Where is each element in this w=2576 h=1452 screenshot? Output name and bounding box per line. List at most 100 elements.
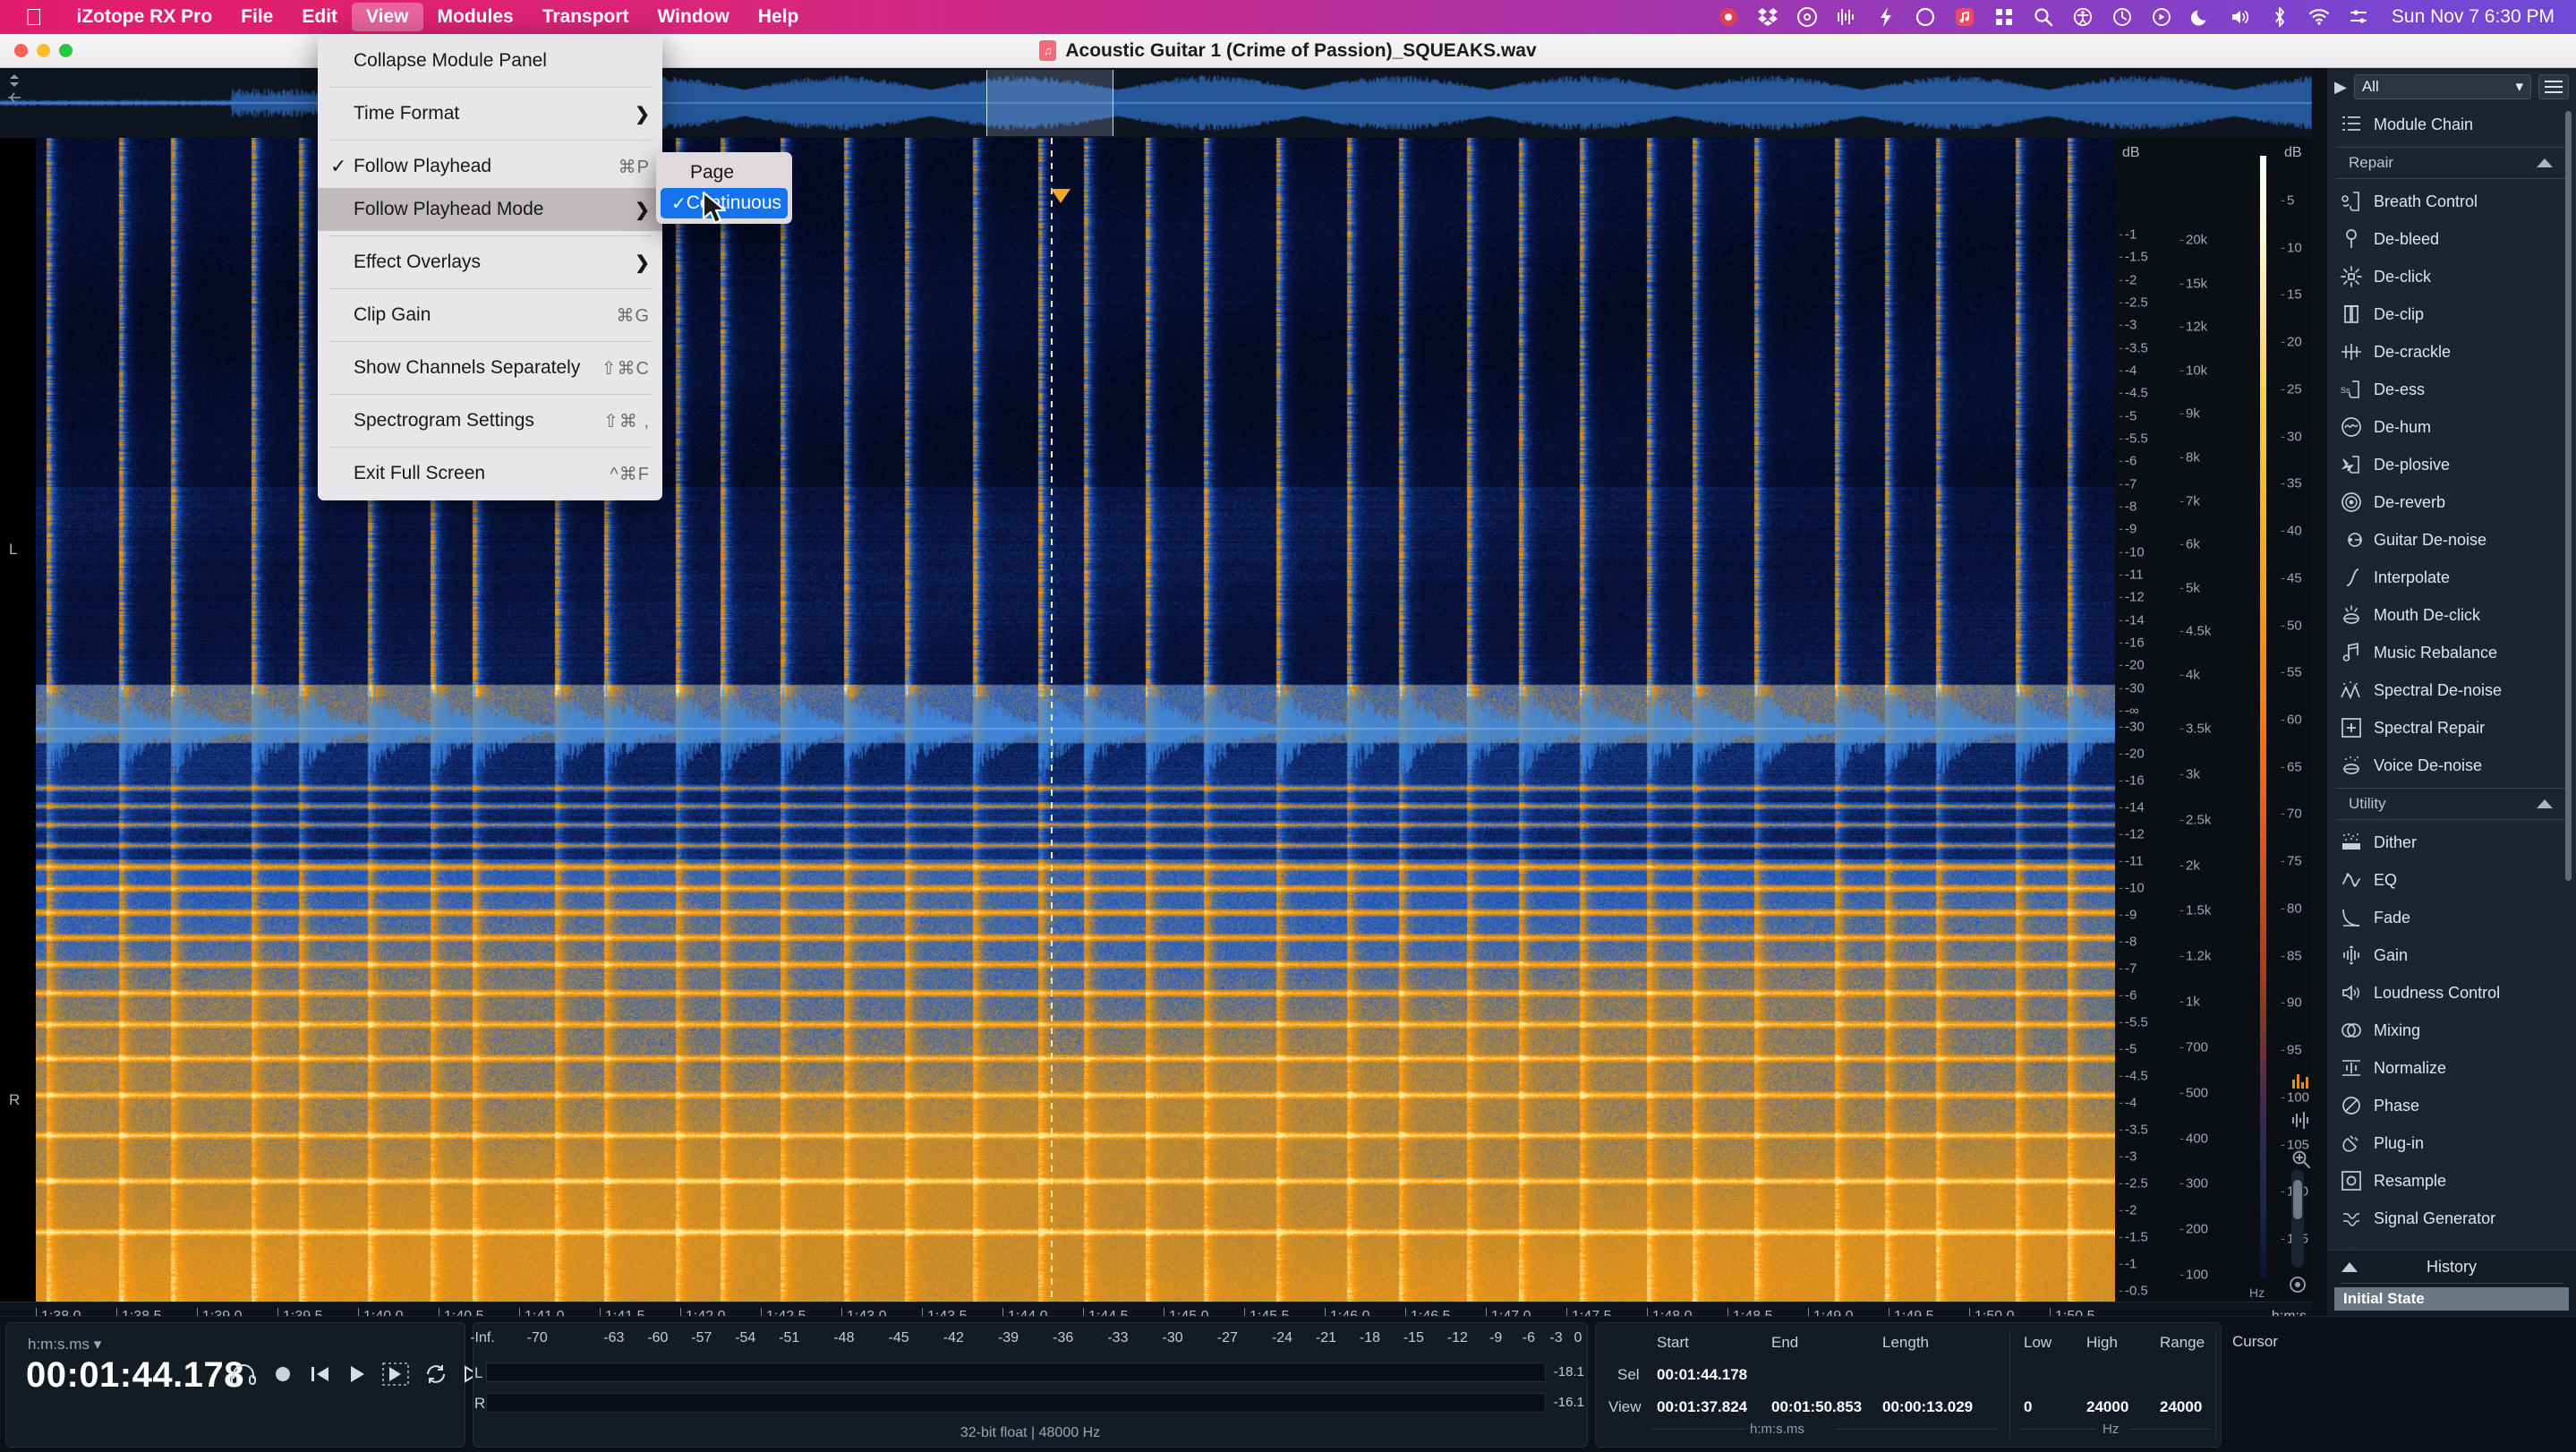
module-item-plug-in[interactable]: Plug-in: [2327, 1124, 2576, 1162]
music-app-icon[interactable]: [1953, 5, 1976, 29]
accessibility-icon[interactable]: [2071, 5, 2094, 29]
view-menu-item-label: Collapse Module Panel: [354, 50, 547, 71]
module-item-de-bleed[interactable]: De-bleed: [2327, 220, 2576, 258]
module-item-de-click[interactable]: De-click: [2327, 258, 2576, 295]
module-item-music-rebalance[interactable]: Music Rebalance: [2327, 634, 2576, 671]
view-menu-item-follow-playhead-mode[interactable]: Follow Playhead Mode ❯: [318, 188, 662, 231]
vertical-zoom-thumb[interactable]: [2293, 1180, 2302, 1219]
view-menu-item-follow-playhead[interactable]: ✓ Follow Playhead ⌘P: [318, 145, 662, 188]
collapse-caret-icon[interactable]: [2537, 158, 2553, 167]
module-item-de-crackle[interactable]: De-crackle: [2327, 333, 2576, 371]
bluetooth-icon[interactable]: [2268, 5, 2291, 29]
transport-panel[interactable]: h:m:s.ms ▾ 00:01:44.178: [5, 1322, 482, 1448]
amplitude-tick: 35: [2281, 476, 2302, 491]
module-item-guitar-de-noise[interactable]: Guitar De-noise: [2327, 521, 2576, 559]
zoom-reset-button[interactable]: [2288, 1275, 2309, 1299]
module-item-fade[interactable]: Fade: [2327, 899, 2576, 936]
view-menu-item-collapse-module-panel[interactable]: Collapse Module Panel: [318, 39, 662, 82]
volume-icon[interactable]: [2229, 5, 2252, 29]
view-menu-item-clip-gain[interactable]: Clip Gain ⌘G: [318, 294, 662, 337]
module-item-voice-de-noise[interactable]: Voice De-noise: [2327, 747, 2576, 784]
view-menu-item-spectrogram-settings[interactable]: Spectrogram Settings ⇧⌘ ,: [318, 399, 662, 442]
close-button[interactable]: [14, 44, 28, 57]
module-item-mouth-de-click[interactable]: Mouth De-click: [2327, 596, 2576, 634]
wifi-icon[interactable]: [2307, 5, 2331, 29]
module-item-de-plosive[interactable]: De-plosive: [2327, 446, 2576, 483]
module-item-resample[interactable]: Resample: [2327, 1162, 2576, 1200]
view-menu-dropdown[interactable]: Collapse Module Panel Time Format ❯ ✓ Follow…: [318, 34, 662, 500]
module-filter-select[interactable]: All ▾: [2353, 74, 2531, 99]
module-item-interpolate[interactable]: Interpolate: [2327, 559, 2576, 596]
collapse-caret-icon[interactable]: [2537, 799, 2553, 808]
module-list-scrollbar[interactable]: [2565, 111, 2572, 881]
menubar-item-transport[interactable]: Transport: [528, 3, 644, 31]
overview-zoom-controls[interactable]: [5, 73, 23, 104]
apple-logo-icon[interactable]: : [0, 5, 63, 29]
playhead-marker[interactable]: [1051, 189, 1070, 203]
screen-record-icon[interactable]: [2150, 5, 2173, 29]
module-item-spectral-repair[interactable]: Spectral Repair: [2327, 709, 2576, 747]
menubar-clock[interactable]: Sun Nov 7 6:30 PM: [2386, 6, 2555, 28]
grid-icon[interactable]: [1992, 5, 2016, 29]
menubar-item-view[interactable]: View: [352, 3, 423, 31]
vertical-zoom-slider[interactable]: [2291, 1169, 2304, 1268]
module-panel[interactable]: ▶ All ▾ Module Chain Repair Breath Control…: [2327, 68, 2576, 1303]
module-group-utility[interactable]: Utility: [2336, 788, 2567, 820]
module-group-repair[interactable]: Repair: [2336, 147, 2567, 179]
module-item-dither[interactable]: Dither: [2327, 824, 2576, 861]
chevron-down-icon: ▾: [93, 1336, 102, 1353]
search-icon[interactable]: [2032, 5, 2055, 29]
collapse-caret-icon[interactable]: [2341, 1261, 2358, 1272]
dropbox-icon[interactable]: [1756, 5, 1779, 29]
module-item-breath-control[interactable]: Breath Control: [2327, 183, 2576, 220]
play-icon[interactable]: ▶: [2334, 78, 2347, 97]
clock-icon[interactable]: [2111, 5, 2134, 29]
hamburger-icon[interactable]: [2538, 74, 2569, 99]
module-panel-header[interactable]: ▶ All ▾: [2327, 68, 2576, 106]
audio-meter-icon[interactable]: [1835, 5, 1858, 29]
circle-icon[interactable]: [1914, 5, 1937, 29]
module-item-eq[interactable]: EQ: [2327, 861, 2576, 899]
vertical-zoom-tools[interactable]: [2288, 1071, 2315, 1169]
module-item-phase[interactable]: Phase: [2327, 1087, 2576, 1124]
maximize-button[interactable]: [59, 44, 73, 57]
menubar-item-edit[interactable]: Edit: [287, 3, 352, 31]
module-item-label: Breath Control: [2374, 192, 2478, 210]
menubar-item-help[interactable]: Help: [744, 3, 814, 31]
view-menu-item-effect-overlays[interactable]: Effect Overlays ❯: [318, 241, 662, 284]
time-format-selector[interactable]: h:m:s.ms ▾: [28, 1336, 101, 1354]
playhead-line[interactable]: [1051, 138, 1053, 1302]
spectrum-toggle-icon: [2292, 1074, 2308, 1089]
record-indicator-icon[interactable]: [1717, 5, 1740, 29]
overview-selection-region[interactable]: [986, 70, 1113, 136]
module-item-loudness-control[interactable]: Loudness Control: [2327, 974, 2576, 1012]
menubar-app-name[interactable]: iZotope RX Pro: [63, 3, 227, 31]
minimize-button[interactable]: [37, 44, 50, 57]
menubar-item-window[interactable]: Window: [644, 3, 744, 31]
submenu-item-page[interactable]: Page: [656, 158, 792, 188]
control-center-icon[interactable]: [2347, 5, 2370, 29]
cd-icon[interactable]: [1796, 5, 1819, 29]
view-menu-item-show-channels-separately[interactable]: Show Channels Separately ⇧⌘C: [318, 346, 662, 389]
bolt-icon[interactable]: [1874, 5, 1898, 29]
menubar-item-modules[interactable]: Modules: [423, 3, 528, 31]
playhead-time-display[interactable]: 00:01:44.178: [26, 1355, 244, 1396]
module-item-spectral-de-noise[interactable]: Spectral De-noise: [2327, 671, 2576, 709]
module-list[interactable]: Module Chain Repair Breath Control De-bleed…: [2327, 106, 2576, 1312]
module-item-de-clip[interactable]: De-clip: [2327, 295, 2576, 333]
view-menu-item-exit-full-screen[interactable]: Exit Full Screen ^⌘F: [318, 452, 662, 495]
module-item-normalize[interactable]: Normalize: [2327, 1049, 2576, 1087]
module-item-gain[interactable]: Gain: [2327, 936, 2576, 974]
module-item-mixing[interactable]: Mixing: [2327, 1012, 2576, 1049]
module-item-module-chain[interactable]: Module Chain: [2327, 106, 2576, 143]
view-menu-item-time-format[interactable]: Time Format ❯: [318, 92, 662, 135]
transport-controls[interactable]: [230, 1362, 486, 1386]
menubar-item-file[interactable]: File: [226, 3, 287, 31]
module-item-de-hum[interactable]: De-hum: [2327, 408, 2576, 446]
moon-icon[interactable]: [2189, 5, 2213, 29]
history-header[interactable]: History: [2327, 1251, 2576, 1283]
module-item-de-reverb[interactable]: De-reverb: [2327, 483, 2576, 521]
module-item-de-ess[interactable]: Ss De-ess: [2327, 371, 2576, 408]
history-item[interactable]: Initial State: [2334, 1287, 2569, 1311]
frequency-tick: 3k: [2179, 766, 2200, 782]
